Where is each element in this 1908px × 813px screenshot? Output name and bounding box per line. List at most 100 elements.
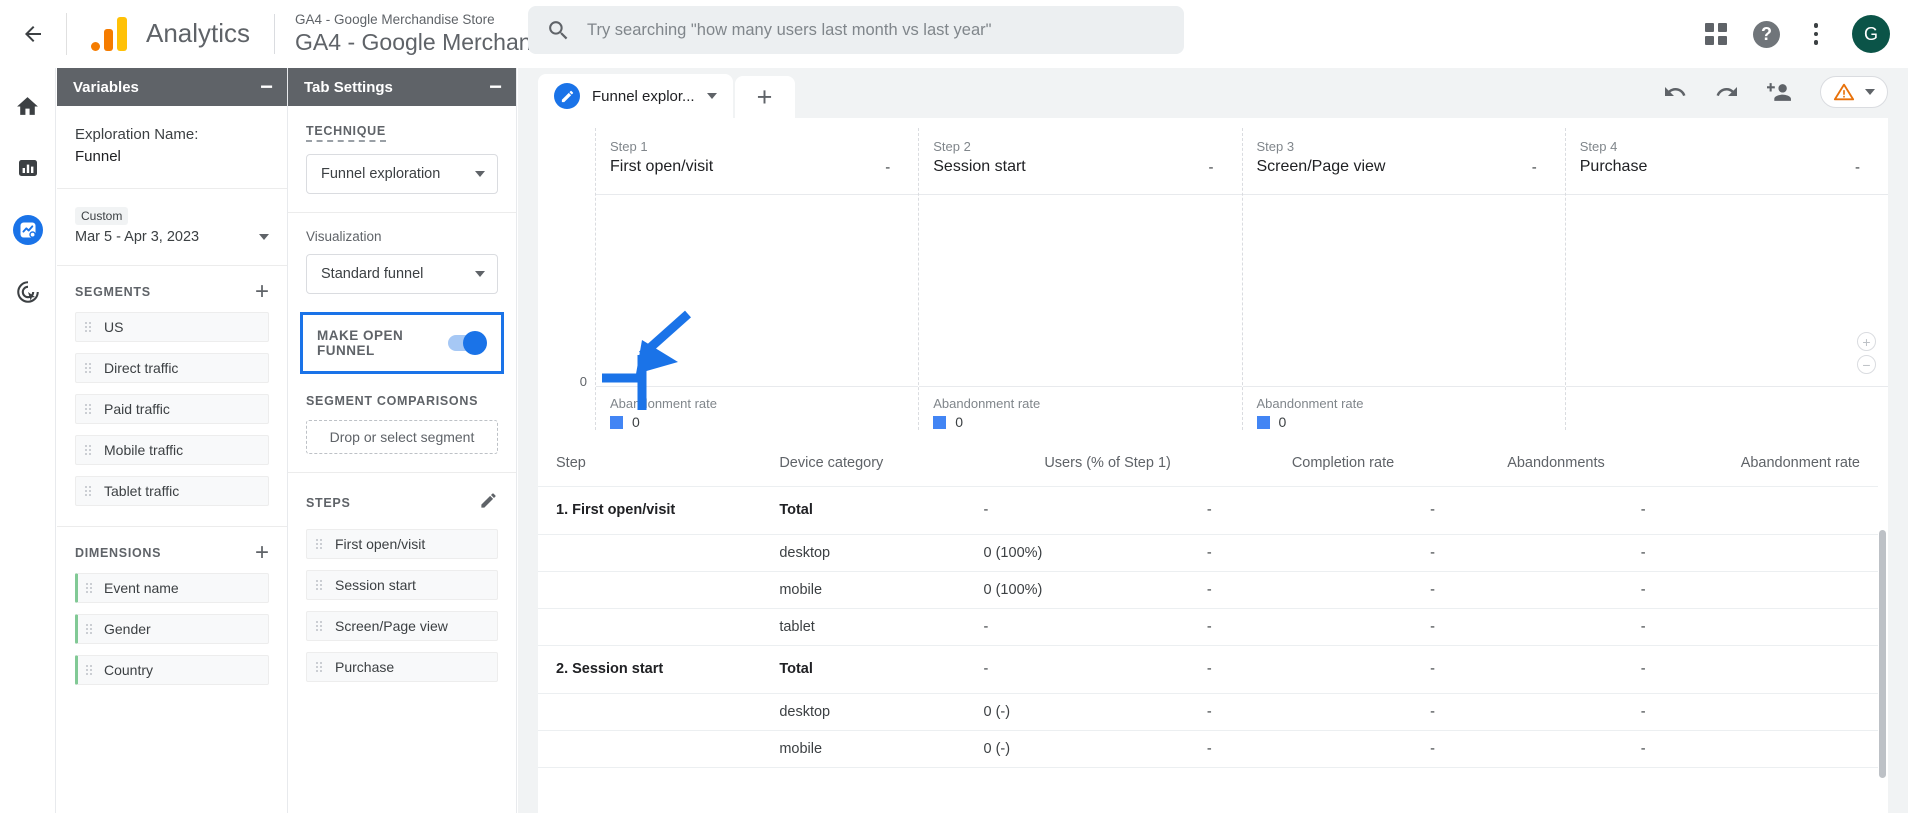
drag-handle-icon[interactable] bbox=[86, 665, 92, 675]
exploration-name-section[interactable]: Exploration Name: Funnel bbox=[57, 106, 287, 189]
date-range-section[interactable]: Custom Mar 5 - Apr 3, 2023 bbox=[57, 189, 287, 266]
make-open-funnel-toggle[interactable] bbox=[447, 331, 487, 355]
table-row[interactable]: desktop 0 (100%) - - - bbox=[538, 534, 1878, 572]
tab-settings-minimize-button[interactable]: − bbox=[489, 76, 502, 98]
make-open-funnel-row[interactable]: MAKE OPEN FUNNEL bbox=[300, 312, 504, 374]
warning-button[interactable] bbox=[1820, 76, 1888, 108]
more-options-icon[interactable] bbox=[1806, 21, 1826, 48]
undo-icon bbox=[1665, 87, 1686, 96]
funnel-step-column[interactable]: Step 3 Screen/Page view - Abandonment ra… bbox=[1241, 128, 1565, 430]
segment-label: Direct traffic bbox=[104, 360, 179, 376]
visualization-section: Visualization Standard funnel bbox=[288, 213, 516, 298]
undo-button[interactable] bbox=[1663, 80, 1687, 104]
tab-funnel-exploration[interactable]: Funnel explor... bbox=[538, 74, 733, 118]
apps-grid-icon[interactable] bbox=[1705, 23, 1727, 45]
table-row[interactable]: 2. Session start Total - - - - bbox=[538, 645, 1878, 694]
cell-ab-rate: - bbox=[1622, 608, 1878, 646]
add-segment-button[interactable]: + bbox=[255, 280, 269, 304]
segment-item[interactable]: Tablet traffic bbox=[75, 476, 269, 506]
column-header-device-category[interactable]: Device category bbox=[761, 440, 966, 487]
column-header-abandonments[interactable]: Abandonments bbox=[1412, 440, 1623, 487]
segment-drop-zone[interactable]: Drop or select segment bbox=[306, 420, 498, 454]
table-row[interactable]: desktop 0 (-) - - - bbox=[538, 693, 1878, 731]
edit-steps-button[interactable] bbox=[479, 491, 498, 515]
segment-item[interactable]: US bbox=[75, 312, 269, 342]
column-header-completion-rate[interactable]: Completion rate bbox=[1188, 440, 1413, 487]
drag-handle-icon[interactable] bbox=[85, 363, 91, 373]
column-header-users[interactable]: Users (% of Step 1) bbox=[965, 440, 1189, 487]
chevron-down-icon[interactable] bbox=[259, 234, 269, 240]
cell-step bbox=[538, 534, 762, 572]
funnel-step-column[interactable]: Step 1 First open/visit - Abandonment ra… bbox=[595, 128, 919, 430]
table-row[interactable]: mobile 0 (-) - - - bbox=[538, 730, 1878, 768]
drag-handle-icon[interactable] bbox=[316, 539, 322, 549]
drag-handle-icon[interactable] bbox=[86, 583, 92, 593]
cell-ab-rate: - bbox=[1622, 571, 1878, 609]
avatar[interactable]: G bbox=[1852, 15, 1890, 53]
table-row[interactable]: mobile 0 (100%) - - - bbox=[538, 571, 1878, 609]
column-header-step[interactable]: Step bbox=[538, 440, 762, 487]
column-header-abandonment-rate[interactable]: Abandonment rate bbox=[1622, 440, 1878, 487]
segment-item[interactable]: Paid traffic bbox=[75, 394, 269, 424]
zoom-out-button[interactable]: − bbox=[1857, 355, 1876, 374]
table-row[interactable]: tablet - - - - bbox=[538, 608, 1878, 646]
legend-swatch-icon bbox=[933, 415, 947, 429]
search-input[interactable]: Try searching "how many users last month… bbox=[528, 6, 1184, 54]
sidebar-item-reports[interactable] bbox=[8, 148, 48, 188]
sidebar-item-home[interactable] bbox=[8, 86, 48, 126]
sidebar-item-explore[interactable] bbox=[8, 210, 48, 250]
dimension-item[interactable]: Gender bbox=[75, 614, 269, 644]
cell-abandonments: - bbox=[1412, 571, 1623, 609]
drag-handle-icon[interactable] bbox=[85, 445, 91, 455]
technique-select[interactable]: Funnel exploration bbox=[306, 154, 498, 194]
drag-handle-icon[interactable] bbox=[316, 621, 322, 631]
segments-section: SEGMENTS + US Direct traffic Paid traffi… bbox=[57, 266, 287, 527]
explore-icon bbox=[12, 215, 43, 245]
back-button[interactable] bbox=[0, 0, 66, 68]
funnel-step-column[interactable]: Step 2 Session start - Abandonment rate bbox=[918, 128, 1242, 430]
abandonment-block: Abandonment rate 0 bbox=[1243, 390, 1363, 430]
chevron-down-icon[interactable] bbox=[706, 93, 717, 99]
drag-handle-icon[interactable] bbox=[316, 580, 322, 590]
segment-item[interactable]: Direct traffic bbox=[75, 353, 269, 383]
share-button[interactable] bbox=[1767, 80, 1792, 105]
top-app-bar: Analytics GA4 - Google Merchandise Store… bbox=[0, 0, 1908, 68]
tab-settings-panel: Tab Settings − TECHNIQUE Funnel explorat… bbox=[288, 68, 517, 813]
brand-name: Analytics bbox=[146, 18, 251, 48]
segment-comparisons-section: SEGMENT COMPARISONS Drop or select segme… bbox=[288, 374, 516, 473]
dimension-item[interactable]: Event name bbox=[75, 573, 269, 603]
cell-abandonments: - bbox=[1412, 486, 1623, 535]
sidebar-item-advertising[interactable] bbox=[8, 272, 48, 312]
table-row[interactable]: 1. First open/visit Total - - - - bbox=[538, 486, 1878, 535]
cell-abandonments: - bbox=[1412, 730, 1623, 768]
funnel-step-column[interactable]: Step 4 Purchase - + − bbox=[1564, 128, 1888, 430]
step-item[interactable]: Screen/Page view bbox=[306, 611, 498, 641]
visualization-select[interactable]: Standard funnel bbox=[306, 254, 498, 294]
step-item[interactable]: Session start bbox=[306, 570, 498, 600]
help-icon[interactable]: ? bbox=[1753, 20, 1780, 48]
drag-handle-icon[interactable] bbox=[85, 486, 91, 496]
technique-value: Funnel exploration bbox=[321, 166, 441, 182]
cell-users: - bbox=[965, 608, 1189, 646]
search-icon bbox=[549, 20, 568, 39]
add-tab-button[interactable]: + bbox=[734, 76, 795, 118]
steps-label: STEPS bbox=[306, 496, 351, 510]
drag-handle-icon[interactable] bbox=[85, 322, 91, 332]
segment-item[interactable]: Mobile traffic bbox=[75, 435, 269, 465]
dimension-item[interactable]: Country bbox=[75, 655, 269, 685]
add-dimension-button[interactable]: + bbox=[255, 541, 269, 565]
funnel-y-axis: 0 bbox=[538, 118, 595, 440]
cell-device: Total bbox=[761, 486, 966, 535]
drag-handle-icon[interactable] bbox=[86, 624, 92, 634]
zoom-in-button[interactable]: + bbox=[1857, 332, 1876, 351]
analytics-logo-group[interactable]: Analytics bbox=[67, 16, 251, 51]
drag-handle-icon[interactable] bbox=[316, 662, 322, 672]
table-scrollbar[interactable] bbox=[1879, 530, 1886, 778]
cell-abandonments: - bbox=[1412, 693, 1623, 731]
redo-button[interactable] bbox=[1715, 80, 1739, 104]
step-item[interactable]: Purchase bbox=[306, 652, 498, 682]
drag-handle-icon[interactable] bbox=[85, 404, 91, 414]
step-item[interactable]: First open/visit bbox=[306, 529, 498, 559]
variables-minimize-button[interactable]: − bbox=[260, 76, 273, 98]
abandonment-divider bbox=[919, 386, 1242, 387]
